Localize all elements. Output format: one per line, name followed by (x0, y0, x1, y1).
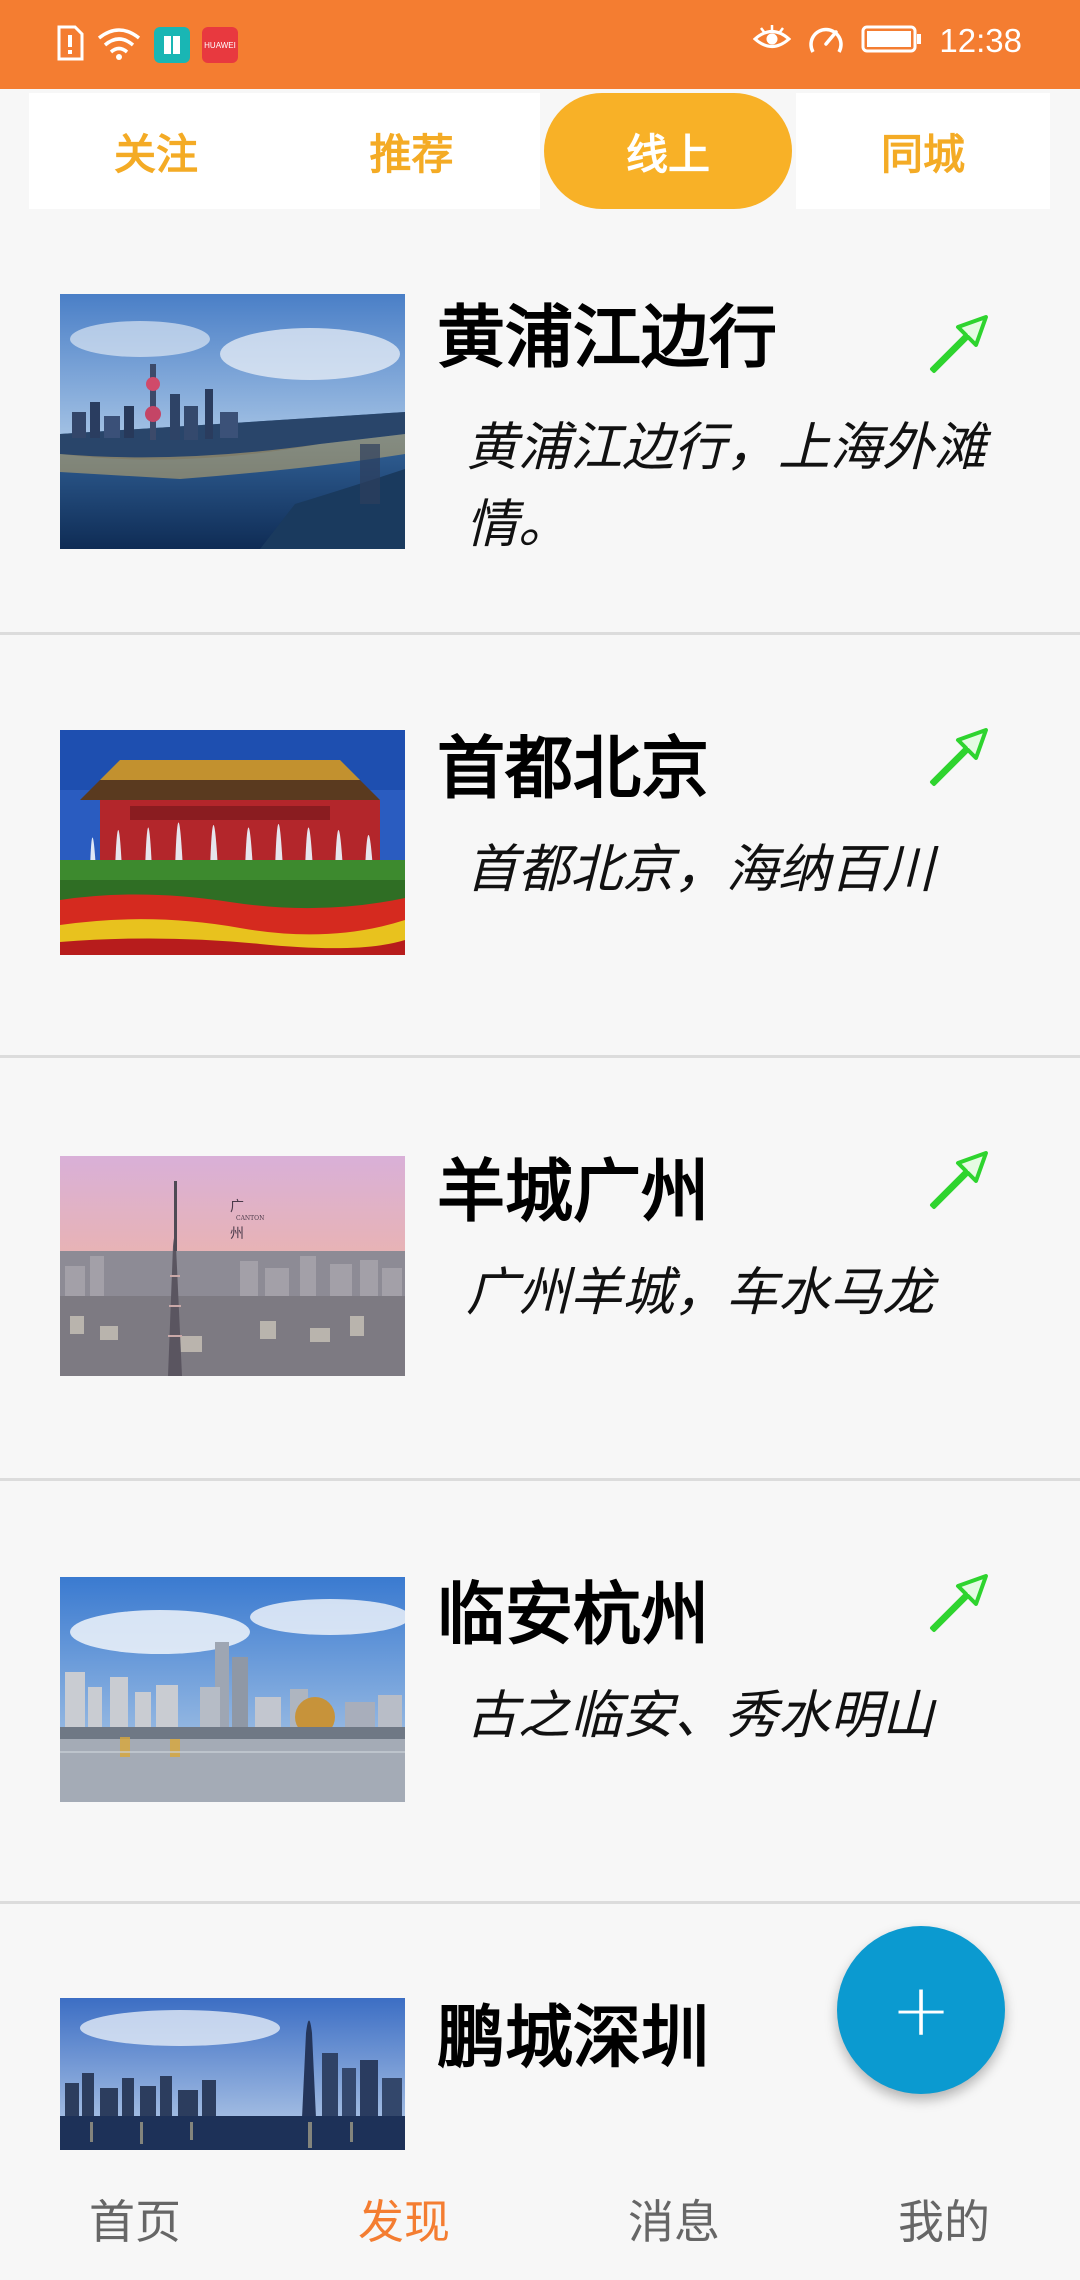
card-description: 黄浦江边行，上海外滩情。 (466, 418, 987, 555)
wifi-icon (96, 26, 142, 64)
status-time: 12:38 (939, 22, 1022, 59)
feed-card[interactable]: 黄浦江边行 黄浦江边行，上海外滩情。 (0, 212, 1080, 634)
share-arrow-icon[interactable] (922, 1143, 994, 1215)
card-description: 古之临安、秀水明山 (466, 1686, 935, 1746)
card-title: 临安杭州 (437, 1576, 710, 1655)
speed-gauge-icon (807, 22, 845, 60)
tab-recommend[interactable]: 推荐 (283, 93, 540, 209)
nav-item-messages[interactable]: 消息 (574, 2186, 774, 2252)
status-left-icons: HUAWEI (56, 25, 238, 65)
feed-card[interactable]: 首都北京 首都北京，海纳百川 (0, 635, 1080, 1055)
add-post-button[interactable]: + (837, 1926, 1005, 2094)
huawei-appgallery-icon: HUAWEI (202, 27, 238, 63)
card-image-shanghai-bund[interactable] (60, 294, 405, 549)
card-title: 鹏城深圳 (437, 1999, 710, 2078)
canton-caption-zhou: 州 (230, 1226, 244, 1242)
nav-item-discover[interactable]: 发现 (304, 2186, 504, 2252)
feed-card[interactable]: 临安杭州 古之临安、秀水明山 (0, 1481, 1080, 1901)
share-arrow-icon[interactable] (922, 307, 994, 379)
card-image-beijing-tiananmen[interactable] (60, 730, 405, 955)
canton-caption-guang: 广 (230, 1199, 244, 1215)
card-title: 羊城广州 (437, 1153, 710, 1232)
card-image-guangzhou-canton-tower[interactable]: 广 CANTON 州 (60, 1156, 405, 1376)
card-image-hangzhou-skyline[interactable] (60, 1577, 405, 1802)
share-arrow-icon[interactable] (922, 1566, 994, 1638)
nav-item-mine[interactable]: 我的 (844, 2186, 1044, 2252)
bottom-navigation: 首页 发现 消息 我的 (0, 2150, 1080, 2280)
feed-card[interactable]: 广 CANTON 州 羊城广州 广州羊城，车水马龙 (0, 1058, 1080, 1478)
tab-follow[interactable]: 关注 (29, 93, 283, 209)
nav-item-home[interactable]: 首页 (35, 2186, 235, 2252)
share-arrow-icon[interactable] (922, 720, 994, 792)
card-image-shenzhen-skyline[interactable] (60, 1998, 405, 2150)
book-app-icon (154, 27, 190, 63)
battery-icon (861, 24, 923, 58)
tab-online[interactable]: 线上 (544, 93, 792, 209)
status-right-icons: 12:38 (753, 22, 1022, 60)
notification-alert-icon (56, 25, 84, 65)
card-title: 黄浦江边行 (437, 299, 778, 378)
tab-same-city[interactable]: 同城 (796, 93, 1050, 209)
card-description: 广州羊城，车水马龙 (466, 1263, 935, 1323)
card-description: 首都北京，海纳百川 (466, 840, 935, 900)
huawei-label: HUAWEI (204, 40, 236, 50)
status-bar: HUAWEI 12:38 (0, 0, 1080, 89)
eye-comfort-icon (753, 24, 792, 58)
card-title: 首都北京 (437, 730, 710, 809)
canton-caption-en: CANTON (236, 1215, 264, 1222)
top-tab-bar: 关注 推荐 线上 同城 (0, 89, 1080, 219)
